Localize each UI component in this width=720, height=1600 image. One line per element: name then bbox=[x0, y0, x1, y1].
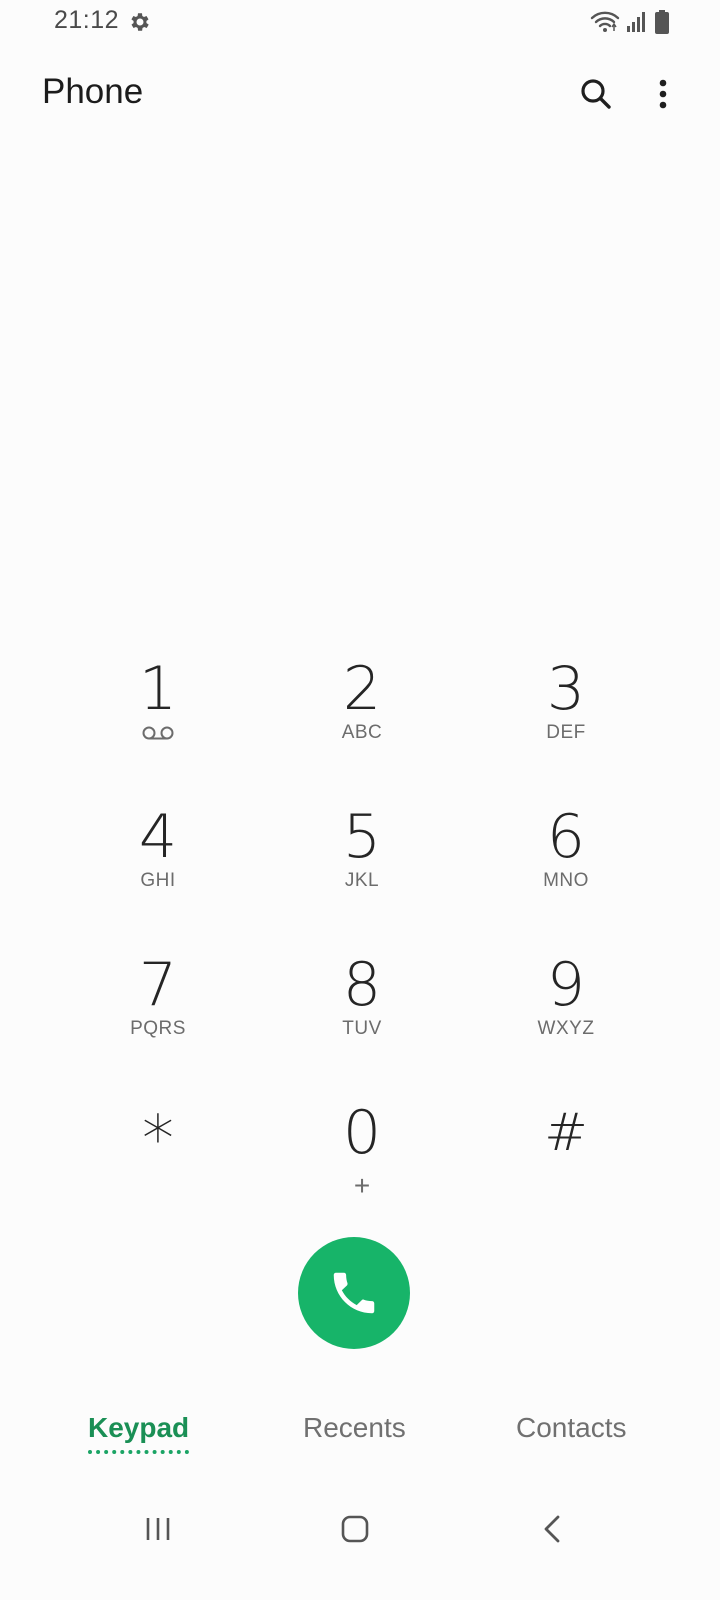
phone-app-screen: 21:12 Phone 1 2 ABC 3 DEF 4 GHI 5 JKL 6 … bbox=[0, 0, 720, 1600]
more-options-icon bbox=[659, 79, 667, 109]
wifi-icon bbox=[590, 11, 620, 32]
key-hash[interactable]: # bbox=[464, 1094, 668, 1242]
key-digit: 2 bbox=[342, 654, 382, 724]
key-digit: 8 bbox=[342, 950, 382, 1020]
back-icon bbox=[544, 1515, 560, 1543]
key-digit: 1 bbox=[138, 654, 178, 724]
status-icons bbox=[590, 8, 670, 36]
key-5[interactable]: 5 JKL bbox=[260, 798, 464, 946]
recent-apps-button[interactable] bbox=[133, 1507, 183, 1551]
key-digit: 4 bbox=[138, 802, 178, 872]
battery-icon bbox=[655, 10, 669, 34]
voicemail-icon bbox=[142, 726, 174, 740]
key-letters: DEF bbox=[546, 722, 586, 743]
key-8[interactable]: 8 TUV bbox=[260, 946, 464, 1094]
key-digit: 3 bbox=[546, 654, 586, 724]
search-icon bbox=[581, 79, 611, 109]
key-letters: PQRS bbox=[130, 1018, 186, 1039]
key-7[interactable]: 7 PQRS bbox=[56, 946, 260, 1094]
tab-label: Keypad bbox=[88, 1412, 190, 1443]
key-digit: 6 bbox=[546, 802, 586, 872]
tab-keypad[interactable]: Keypad bbox=[88, 1412, 190, 1454]
key-letters: MNO bbox=[543, 870, 589, 891]
key-digit: * bbox=[142, 1103, 174, 1177]
key-0[interactable]: 0 + bbox=[260, 1094, 464, 1242]
home-icon bbox=[341, 1515, 369, 1543]
signal-icon bbox=[627, 12, 645, 32]
key-9[interactable]: 9 WXYZ bbox=[464, 946, 668, 1094]
phone-call-icon bbox=[333, 1272, 375, 1314]
key-letters: GHI bbox=[140, 870, 176, 891]
page-title: Phone bbox=[42, 72, 144, 111]
key-letters: TUV bbox=[342, 1018, 382, 1039]
system-nav-bar bbox=[0, 1495, 720, 1565]
key-letters: JKL bbox=[344, 870, 380, 891]
key-letters: ABC bbox=[341, 722, 383, 743]
tab-recents[interactable]: Recents bbox=[303, 1412, 406, 1444]
recent-apps-icon bbox=[146, 1518, 170, 1540]
key-star[interactable]: * bbox=[56, 1094, 260, 1242]
search-button[interactable] bbox=[576, 74, 616, 114]
key-digit: 9 bbox=[546, 950, 586, 1020]
status-bar: 21:12 bbox=[0, 0, 720, 44]
key-digit: 7 bbox=[138, 950, 178, 1020]
app-bar: Phone bbox=[0, 60, 720, 130]
more-options-button[interactable] bbox=[648, 74, 678, 114]
active-tab-indicator bbox=[88, 1446, 190, 1454]
key-6[interactable]: 6 MNO bbox=[464, 798, 668, 946]
tab-contacts[interactable]: Contacts bbox=[516, 1412, 627, 1444]
key-letters: WXYZ bbox=[537, 1018, 595, 1039]
key-3[interactable]: 3 DEF bbox=[464, 650, 668, 798]
key-digit: 5 bbox=[342, 802, 382, 872]
key-letters: + bbox=[353, 1170, 371, 1201]
key-4[interactable]: 4 GHI bbox=[56, 798, 260, 946]
bottom-tabs: Keypad Recents Contacts bbox=[0, 1400, 720, 1464]
key-digit: # bbox=[544, 1103, 588, 1163]
dial-keypad: 1 2 ABC 3 DEF 4 GHI 5 JKL 6 MNO 7 PQRS 8… bbox=[56, 650, 666, 1242]
tab-label: Contacts bbox=[516, 1412, 627, 1443]
key-2[interactable]: 2 ABC bbox=[260, 650, 464, 798]
call-button[interactable] bbox=[298, 1237, 410, 1349]
tab-label: Recents bbox=[303, 1412, 406, 1443]
key-1[interactable]: 1 bbox=[56, 650, 260, 798]
status-time: 21:12 bbox=[54, 6, 120, 34]
home-button[interactable] bbox=[330, 1507, 380, 1551]
back-button[interactable] bbox=[527, 1507, 577, 1551]
settings-gear-icon bbox=[131, 13, 149, 31]
key-digit: 0 bbox=[342, 1098, 382, 1168]
